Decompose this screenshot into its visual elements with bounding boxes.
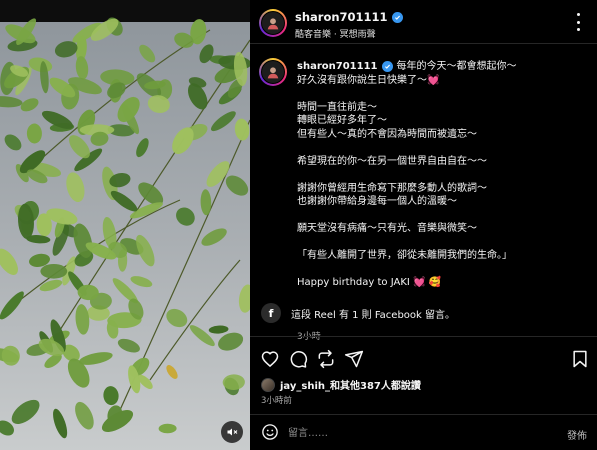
caption-username[interactable]: sharon701111 <box>297 61 378 72</box>
post-panel: sharon701111 酷客音樂 · 冥想雨聲 sharon701111 每年的… <box>250 0 597 450</box>
caption-line: 希望現在的你～在另一個世界自由自在～～ <box>297 155 487 167</box>
send-icon <box>344 350 364 368</box>
caption-avatar[interactable] <box>259 58 287 86</box>
emoji-button[interactable] <box>261 423 279 441</box>
likes-summary[interactable]: jay_shih_和其他387人都說讚 <box>261 377 421 392</box>
bookmark-icon <box>573 350 587 368</box>
facebook-icon: f <box>261 303 281 323</box>
more-icon <box>576 13 580 16</box>
caption-line: 轉眼已經好多年了～ <box>297 115 387 126</box>
audio-label[interactable]: 酷客音樂 · 冥想雨聲 <box>295 27 376 40</box>
emoji-icon <box>262 424 278 440</box>
comment-input[interactable] <box>288 423 538 443</box>
more-options-button[interactable] <box>571 13 585 31</box>
author-username[interactable]: sharon701111 <box>295 10 388 24</box>
caption-line: Happy birthday to JAKI 💓 🥰 <box>297 277 442 288</box>
facebook-comments-row[interactable]: f 這段 Reel 有 1 則 Facebook 留言。 <box>261 303 455 323</box>
caption-line: 但有些人～真的不會因為時間而被遺忘～ <box>297 128 477 140</box>
facebook-comments-text: 這段 Reel 有 1 則 Facebook 留言。 <box>291 309 456 321</box>
caption-line: 「有些人離開了世界，卻從未離開我們的生命。」 <box>297 250 512 261</box>
post-header: sharon701111 酷客音樂 · 冥想雨聲 <box>250 0 597 44</box>
repost-icon <box>318 349 334 369</box>
speaker-muted-icon <box>227 428 238 436</box>
like-button[interactable] <box>260 349 280 369</box>
heart-icon <box>261 351 279 368</box>
save-button[interactable] <box>570 349 590 369</box>
divider <box>250 336 597 337</box>
leaves-image <box>0 0 250 450</box>
comment-composer: 發佈 <box>250 414 597 450</box>
post-timestamp[interactable]: 3小時前 <box>261 394 292 406</box>
mute-button[interactable] <box>221 421 243 443</box>
caption-line: 也謝謝你帶給身邊每一個人的溫暖～ <box>297 196 457 207</box>
repost-button[interactable] <box>316 349 336 369</box>
caption-line: 謝謝你曾經用生命寫下那麼多動人的歌詞～ <box>297 182 487 194</box>
verified-badge-icon <box>381 61 393 72</box>
liker-avatar <box>261 377 275 392</box>
caption-line: 願天堂沒有病痛～只有光、音樂與微笑～ <box>297 223 477 234</box>
send-button[interactable] <box>344 349 364 369</box>
action-bar <box>250 347 597 371</box>
comment-button[interactable] <box>288 349 308 369</box>
caption-line: 時間一直往前走～ <box>297 101 377 113</box>
author-avatar[interactable] <box>259 9 287 37</box>
caption-text: sharon701111 每年的今天～都會想起你～ 好久沒有跟你說生日快樂了～💓 時間… <box>297 60 589 290</box>
likes-text: jay_shih_和其他387人都說讚 <box>280 381 421 392</box>
reel-video[interactable] <box>0 0 250 450</box>
verified-badge-icon <box>391 11 403 23</box>
caption-line: sharon701111 每年的今天～都會想起你～ <box>297 61 517 72</box>
comment-icon <box>290 351 308 368</box>
caption-line: 好久沒有跟你說生日快樂了～💓 <box>297 74 440 86</box>
post-comment-button[interactable]: 發佈 <box>567 427 587 442</box>
